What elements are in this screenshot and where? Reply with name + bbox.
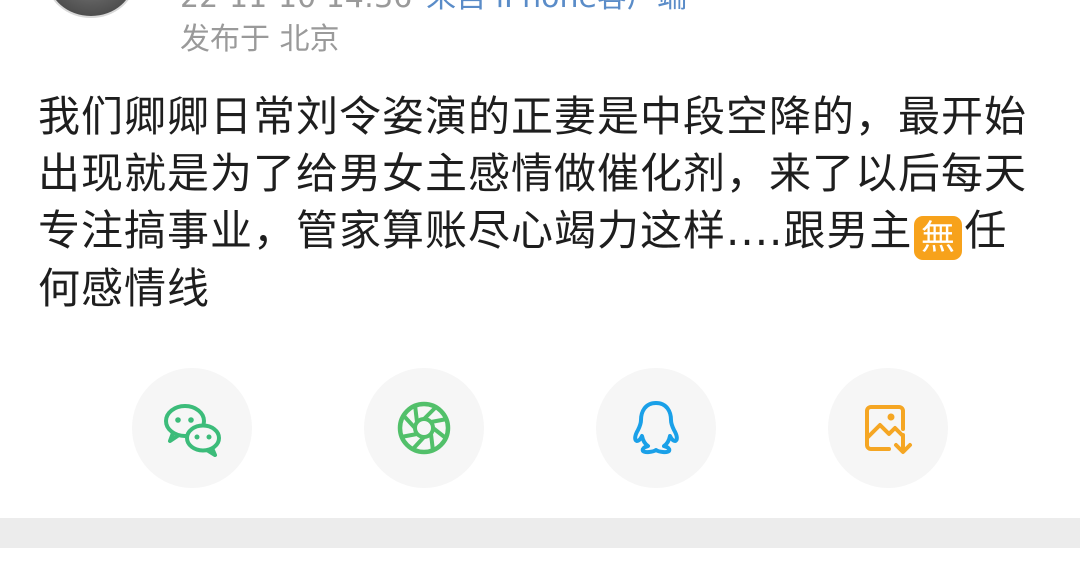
wechat-icon — [164, 404, 221, 457]
avatar[interactable] — [46, 0, 136, 18]
post-meta: 22-11-10 14:36 来自 iPhone客户端 — [180, 0, 687, 16]
share-qq-button[interactable] — [596, 368, 716, 488]
post-source[interactable]: 来自 iPhone客户端 — [426, 0, 687, 15]
section-divider — [0, 518, 1080, 548]
share-wechat-button[interactable] — [132, 368, 252, 488]
moments-icon — [397, 401, 451, 455]
emoji-wu-badge: 無 — [914, 216, 963, 260]
share-moments-button[interactable] — [364, 368, 484, 488]
share-row — [0, 368, 1080, 488]
post-text-part1: 我们卿卿日常刘令姿演的正妻是中段空降的，最开始出现就是为了给男女主感情做催化剂，… — [38, 92, 1028, 255]
post-location: 发布于 北京 — [180, 22, 340, 57]
post-timestamp: 22-11-10 14:36 — [180, 0, 412, 15]
qq-icon — [633, 401, 679, 455]
post-body: 我们卿卿日常刘令姿演的正妻是中段空降的，最开始出现就是为了给男女主感情做催化剂，… — [38, 88, 1048, 317]
save-image-button[interactable] — [828, 368, 948, 488]
save-image-icon — [865, 405, 912, 454]
